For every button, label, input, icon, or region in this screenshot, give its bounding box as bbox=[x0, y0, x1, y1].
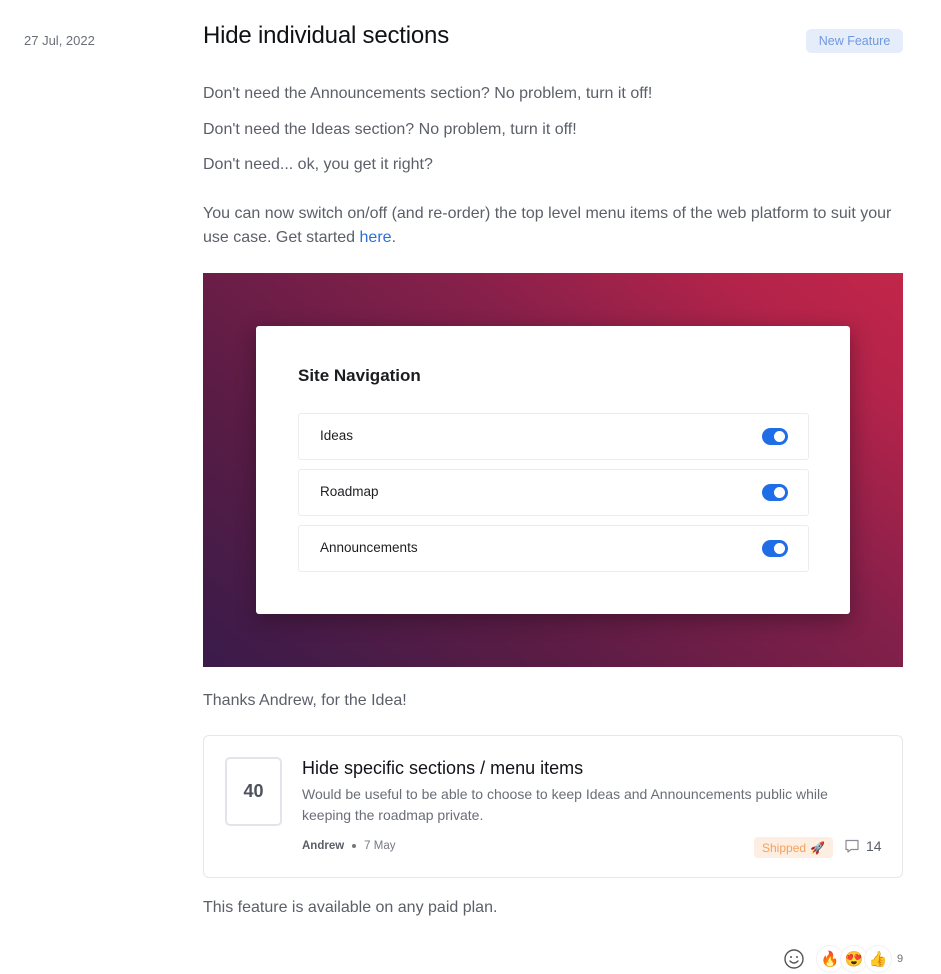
paragraph-2: Don't need the Ideas section? No problem… bbox=[203, 121, 577, 138]
idea-meta: Andrew 7 May bbox=[302, 840, 396, 852]
comments-count[interactable]: 14 bbox=[844, 838, 882, 854]
idea-card[interactable]: 40 Hide specific sections / menu items W… bbox=[203, 735, 903, 878]
reaction-fire[interactable]: 🔥 bbox=[817, 946, 843, 972]
idea-description: Would be useful to be able to choose to … bbox=[302, 786, 828, 823]
hero-image: Site Navigation Ideas Roadmap Announceme… bbox=[203, 273, 903, 667]
reaction-thumbs-up[interactable]: 👍 bbox=[865, 946, 891, 972]
nav-row-announcements: Announcements bbox=[298, 525, 809, 572]
post-title: Hide individual sections bbox=[203, 22, 450, 49]
toggle-switch bbox=[762, 540, 788, 557]
status-badge: Shipped 🚀 bbox=[754, 837, 833, 858]
footer-text: This feature is available on any paid pl… bbox=[203, 899, 498, 916]
body-end: . bbox=[391, 229, 397, 246]
toggle-switch bbox=[762, 428, 788, 445]
idea-date: 7 May bbox=[364, 840, 396, 852]
reaction-heart-eyes[interactable]: 😍 bbox=[841, 946, 867, 972]
nav-row-ideas: Ideas bbox=[298, 413, 809, 460]
paragraph-1: Don't need the Announcements section? No… bbox=[203, 85, 653, 102]
idea-title[interactable]: Hide specific sections / menu items bbox=[302, 758, 583, 779]
nav-row-label: Announcements bbox=[320, 540, 418, 555]
vote-button[interactable]: 40 bbox=[225, 757, 282, 826]
reactions-bar: 🔥 😍 👍 9 bbox=[783, 946, 903, 972]
comment-icon bbox=[845, 839, 859, 853]
status-label: Shipped bbox=[762, 840, 807, 855]
thanks-text: Thanks Andrew, for the Idea! bbox=[203, 692, 407, 709]
paragraph-3: Don't need... ok, you get it right? bbox=[203, 156, 433, 173]
toggle-switch bbox=[762, 484, 788, 501]
site-navigation-panel: Site Navigation Ideas Roadmap Announceme… bbox=[256, 326, 850, 614]
get-started-link[interactable]: here bbox=[360, 229, 392, 246]
new-feature-badge: New Feature bbox=[806, 29, 903, 53]
paragraph-4: You can now switch on/off (and re-order)… bbox=[203, 202, 903, 250]
reaction-count: 9 bbox=[897, 953, 904, 965]
separator-dot bbox=[352, 844, 357, 848]
post-date: 27 Jul, 2022 bbox=[24, 33, 95, 48]
add-reaction-smiley-icon[interactable] bbox=[783, 948, 805, 970]
body-text: You can now switch on/off (and re-order)… bbox=[203, 205, 892, 246]
nav-row-label: Roadmap bbox=[320, 484, 379, 499]
nav-row-roadmap: Roadmap bbox=[298, 469, 809, 516]
idea-author: Andrew bbox=[302, 840, 345, 852]
rocket-icon: 🚀 bbox=[810, 840, 825, 855]
comments-number: 14 bbox=[866, 838, 882, 854]
panel-title: Site Navigation bbox=[298, 366, 421, 385]
nav-row-label: Ideas bbox=[320, 428, 354, 443]
